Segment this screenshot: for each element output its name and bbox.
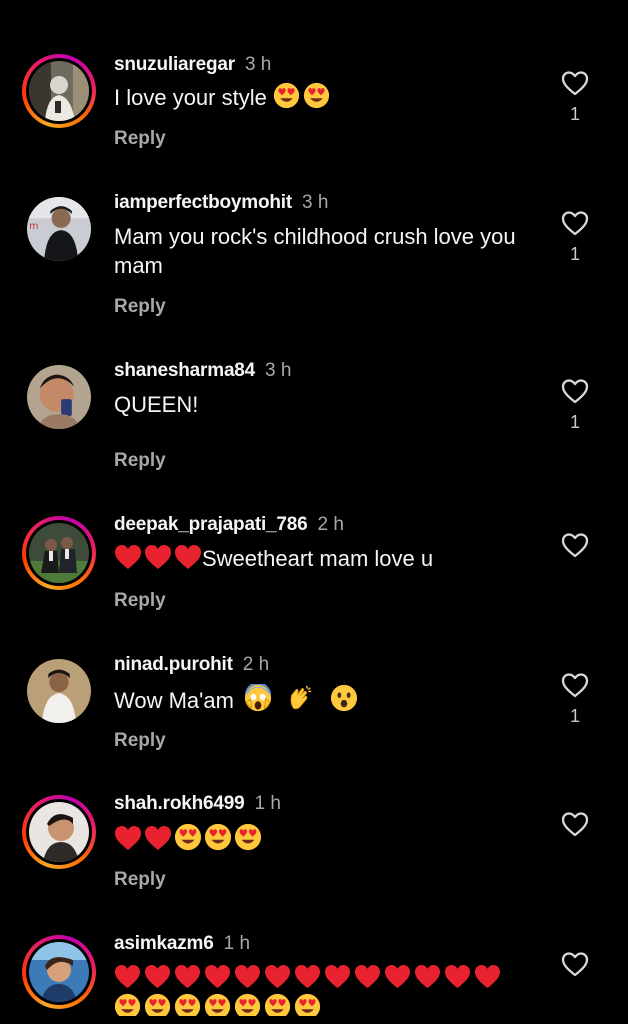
like-button[interactable]	[561, 811, 589, 837]
screaming-face-emoji-icon	[244, 684, 272, 712]
red-heart-emoji-icon	[205, 964, 230, 989]
comment-text: Sweetheart mam love u	[114, 544, 534, 573]
comment-time: 2 h	[317, 514, 344, 535]
like-button[interactable]	[561, 951, 589, 977]
comment-header: asimkazm6 1 h	[114, 933, 250, 955]
bottom-edge	[0, 1016, 628, 1024]
comment-text: Mam you rock's childhood crush love you …	[114, 224, 516, 278]
red-heart-emoji-icon	[175, 964, 200, 989]
astonished-face-emoji-icon	[331, 684, 358, 712]
comment-text: Wow Ma'am	[114, 684, 534, 715]
like-count: 1	[569, 412, 580, 432]
comment-username[interactable]: snuzuliaregar	[114, 54, 235, 75]
red-heart-emoji-icon	[415, 964, 440, 989]
avatar	[27, 659, 91, 723]
comment-header: snuzuliaregar 3 h	[114, 54, 271, 76]
comment-username[interactable]: shanesharma84	[114, 360, 255, 381]
avatar-wrapper[interactable]	[27, 365, 91, 429]
red-heart-emoji-icon	[235, 964, 260, 989]
comment-username[interactable]: deepak_prajapati_786	[114, 514, 308, 535]
avatar-wrapper[interactable]: m	[27, 197, 91, 261]
reply-button[interactable]: Reply	[114, 869, 166, 891]
like-button[interactable]	[561, 378, 589, 404]
reply-button[interactable]: Reply	[114, 450, 166, 472]
heart-outline-icon	[561, 533, 589, 558]
comment-time: 1 h	[223, 933, 251, 954]
heart-eyes-emoji-icon	[303, 82, 330, 109]
svg-text:m: m	[29, 221, 38, 232]
heart-eyes-emoji-icon	[204, 823, 232, 851]
heart-eyes-emoji-icon	[174, 823, 202, 851]
avatar-story-ring[interactable]	[22, 795, 96, 869]
comment-username[interactable]: ninad.purohit	[114, 654, 233, 675]
comment-text	[114, 963, 554, 1024]
comment-header: shanesharma84 3 h	[114, 360, 291, 382]
red-heart-emoji-icon	[115, 964, 140, 989]
emoji-line	[114, 963, 554, 993]
comment-time: 3 h	[244, 54, 272, 75]
like-count: 1	[569, 244, 580, 264]
comment-time: 2 h	[242, 654, 270, 675]
reply-button[interactable]: Reply	[114, 730, 166, 752]
red-heart-emoji-icon	[145, 545, 171, 569]
red-heart-emoji-icon	[445, 964, 470, 989]
comment-text: I love your style	[114, 82, 534, 112]
red-heart-emoji-icon	[325, 964, 350, 989]
comment-text: QUEEN!	[114, 392, 199, 417]
clapping-hands-emoji-icon	[290, 685, 312, 710]
like-button[interactable]	[561, 210, 589, 236]
comment-text	[114, 823, 534, 854]
avatar	[29, 802, 89, 862]
avatar-story-ring[interactable]	[22, 516, 96, 590]
heart-outline-icon	[561, 673, 589, 698]
heart-eyes-emoji-icon	[234, 823, 262, 851]
avatar-wrapper[interactable]	[27, 659, 91, 723]
heart-outline-icon	[561, 952, 589, 977]
red-heart-emoji-icon	[265, 964, 290, 989]
comment-header: shah.rokh6499 1 h	[114, 793, 281, 815]
red-heart-emoji-icon	[355, 964, 380, 989]
red-heart-emoji-icon	[115, 826, 141, 850]
red-heart-emoji-icon	[145, 964, 170, 989]
heart-outline-icon	[561, 211, 589, 236]
red-heart-emoji-icon	[385, 964, 410, 989]
red-heart-emoji-icon	[115, 545, 141, 569]
comment-header: iamperfectboymohit 3 h	[114, 192, 328, 214]
avatar	[27, 365, 91, 429]
red-heart-emoji-icon	[145, 826, 171, 850]
reply-button[interactable]: Reply	[114, 296, 166, 318]
heart-outline-icon	[561, 379, 589, 404]
comment-header: ninad.purohit 2 h	[114, 654, 269, 676]
like-button[interactable]	[561, 672, 589, 698]
comment-username[interactable]: asimkazm6	[114, 933, 214, 954]
like-count: 1	[569, 104, 580, 124]
like-button[interactable]	[561, 70, 589, 96]
like-button[interactable]	[561, 532, 589, 558]
reply-button[interactable]: Reply	[114, 590, 166, 612]
red-heart-emoji-icon	[475, 964, 500, 989]
comment-username[interactable]: shah.rokh6499	[114, 793, 245, 814]
comment-time: 1 h	[254, 793, 281, 814]
heart-outline-icon	[561, 812, 589, 837]
heart-outline-icon	[561, 71, 589, 96]
reply-button[interactable]: Reply	[114, 128, 166, 150]
red-heart-emoji-icon	[295, 964, 320, 989]
comment-username[interactable]: iamperfectboymohit	[114, 192, 292, 213]
like-count: 1	[569, 706, 580, 726]
comment-time: 3 h	[265, 360, 292, 381]
avatar-story-ring[interactable]	[22, 935, 96, 1009]
red-heart-emoji-icon	[175, 545, 201, 569]
avatar-story-ring[interactable]	[22, 54, 96, 128]
comment-header: deepak_prajapati_786 2 h	[114, 514, 344, 536]
heart-eyes-emoji-icon	[273, 82, 300, 109]
comment-time: 3 h	[302, 192, 329, 213]
avatar	[29, 942, 89, 1002]
avatar	[29, 523, 89, 583]
avatar	[29, 61, 89, 121]
avatar: m	[27, 197, 91, 261]
